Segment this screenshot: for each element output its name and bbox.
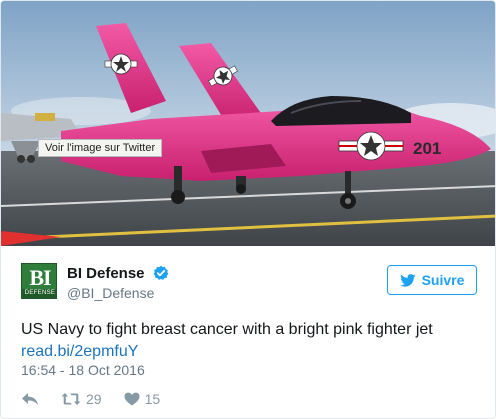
avatar-logo-subtext: DEFENSE xyxy=(22,289,56,298)
author-name-text: BI Defense xyxy=(67,265,145,282)
view-on-twitter-tooltip: Voir l'image sur Twitter xyxy=(38,139,163,157)
avatar-logo-text: BI xyxy=(29,265,51,290)
like-button[interactable]: 15 xyxy=(124,391,161,407)
like-count: 15 xyxy=(144,391,161,407)
follow-button-label: Suivre xyxy=(421,272,465,288)
verified-badge-icon xyxy=(153,265,169,280)
reply-button[interactable] xyxy=(21,392,39,406)
tweet-photo[interactable]: 201 Voir l'image sur Twitter xyxy=(1,1,495,246)
retweet-icon xyxy=(61,393,81,405)
tweet-author-header: BI DEFENSE BI Defense @BI_Defense Suivre xyxy=(21,263,477,303)
tweet-timestamp[interactable]: 16:54 - 18 Oct 2016 xyxy=(21,362,145,378)
follow-button[interactable]: Suivre xyxy=(387,265,477,295)
tweet-actions: 29 15 xyxy=(21,389,182,409)
author-name[interactable]: BI Defense xyxy=(67,265,169,282)
tweet-text: US Navy to fight breast cancer with a br… xyxy=(21,319,481,363)
heart-icon xyxy=(124,392,140,406)
retweet-count: 29 xyxy=(86,391,102,407)
retweet-button[interactable]: 29 xyxy=(61,391,102,407)
avatar[interactable]: BI DEFENSE xyxy=(21,263,57,299)
pink-jet-photo: 201 xyxy=(1,1,495,246)
author-handle[interactable]: @BI_Defense xyxy=(67,285,154,301)
reply-icon xyxy=(22,393,38,405)
tweet-link[interactable]: read.bi/2epmfuY xyxy=(21,341,481,363)
tweet-body: US Navy to fight breast cancer with a br… xyxy=(21,321,433,338)
embedded-tweet-card: 201 Voir l'image sur Twitter BI DEFENSE … xyxy=(0,0,496,419)
twitter-bird-icon xyxy=(399,273,416,287)
jet-number-text: 201 xyxy=(413,139,441,158)
